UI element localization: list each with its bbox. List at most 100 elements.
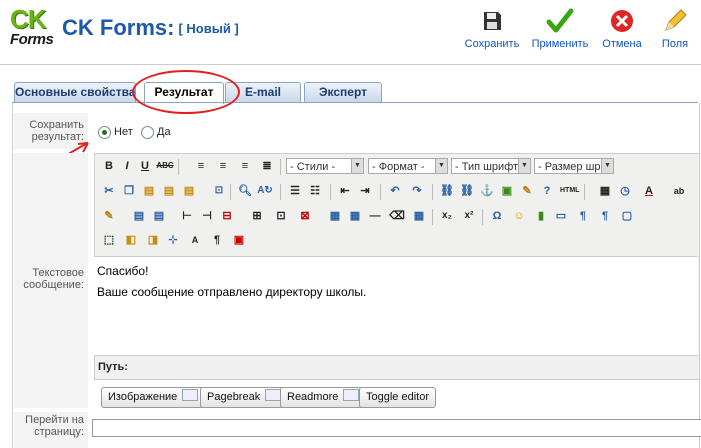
format-dropdown[interactable]: - Формат - ▼	[368, 158, 448, 174]
font-size-dropdown[interactable]: - Размер шриф ▼	[534, 158, 614, 174]
select-all-icon[interactable]: ⊡	[210, 182, 228, 200]
move-forward-icon[interactable]: ◧	[122, 231, 140, 249]
text-color-icon[interactable]: A	[640, 182, 658, 200]
tab-expert[interactable]: Эксперт	[304, 82, 382, 102]
ltr-icon[interactable]: ¶	[574, 207, 592, 225]
edit-css-icon[interactable]: ✎	[100, 207, 118, 225]
apply-button[interactable]: Применить	[528, 6, 592, 56]
special-char-icon[interactable]: Ω	[488, 207, 506, 225]
copy-icon[interactable]: ❐	[120, 182, 138, 200]
readmore-button[interactable]: Readmore	[280, 387, 367, 408]
table-row-after-icon[interactable]: ▤	[150, 207, 168, 225]
editor-content-area[interactable]	[94, 256, 698, 356]
indent-icon[interactable]: ⇥	[356, 182, 374, 200]
bold-button[interactable]: B	[100, 157, 118, 175]
save-button[interactable]: Сохранить	[460, 6, 524, 56]
fields-button-label: Поля	[661, 38, 689, 50]
chevron-down-icon: ▼	[435, 159, 447, 173]
remove-format-icon[interactable]: ⌫	[388, 207, 406, 225]
table-row-before-icon[interactable]: ▤	[130, 207, 148, 225]
tab-basic-properties[interactable]: Основные свойства	[14, 82, 136, 102]
image-icon[interactable]: ▣	[498, 182, 516, 200]
goto-page-input[interactable]	[92, 419, 701, 437]
page-title-text: CK Forms:	[62, 15, 175, 40]
format-dropdown-value: - Формат -	[372, 161, 425, 173]
styles-dropdown[interactable]: - Стили - ▼	[286, 158, 364, 174]
readmore-icon	[343, 389, 360, 401]
paste-icon[interactable]: ▤	[140, 182, 158, 200]
nonbreaking-icon[interactable]: ▣	[230, 231, 248, 249]
align-right-icon[interactable]: ≡	[236, 157, 254, 175]
fields-button[interactable]: Поля	[650, 6, 700, 56]
insert-layer-icon[interactable]: ⬚	[100, 231, 118, 249]
insert-col-after-icon[interactable]: ⊣	[198, 207, 216, 225]
font-family-dropdown[interactable]: - Тип шрифта - ▼	[451, 158, 531, 174]
redo-icon[interactable]: ↷	[408, 182, 426, 200]
merge-cells-icon[interactable]: ⊡	[272, 207, 290, 225]
unlink-icon[interactable]: ⛓	[458, 182, 476, 200]
underline-button[interactable]: U	[136, 157, 154, 175]
insert-image-button-label: Изображение	[108, 391, 178, 403]
visual-aid-icon[interactable]: ▦	[410, 207, 428, 225]
anchor-icon[interactable]: ⚓	[478, 182, 496, 200]
readmore-button-label: Readmore	[287, 391, 339, 403]
find-icon[interactable]: 🔍︎	[236, 182, 254, 200]
align-justify-icon[interactable]: ≣	[258, 157, 276, 175]
cancel-button[interactable]: Отмена	[590, 6, 654, 56]
save-button-label: Сохранить	[464, 38, 520, 50]
insert-time-icon[interactable]: ◷	[616, 182, 634, 200]
split-cells-icon[interactable]: ⊞	[248, 207, 266, 225]
align-center-icon[interactable]: ≡	[214, 157, 232, 175]
table-props-icon[interactable]: ▦	[346, 207, 364, 225]
cut-icon[interactable]: ✂	[100, 182, 118, 200]
italic-button[interactable]: I	[118, 157, 136, 175]
insert-date-icon[interactable]: ▦	[596, 182, 614, 200]
save-result-label-line1: Сохранить	[29, 119, 84, 131]
link-icon[interactable]: ⛓	[438, 182, 456, 200]
html-source-icon[interactable]: HTML	[560, 182, 579, 200]
fields-pencil-icon	[665, 9, 687, 31]
toolbar-separator	[178, 159, 179, 175]
toggle-editor-button[interactable]: Toggle editor	[359, 387, 436, 408]
toolbar-separator	[330, 184, 331, 200]
move-backward-icon[interactable]: ◨	[144, 231, 162, 249]
background-color-icon[interactable]: ab	[670, 182, 688, 200]
pagebreak-button[interactable]: Pagebreak	[200, 387, 289, 408]
logo-forms-text: Forms	[10, 31, 54, 48]
emotions-icon[interactable]: ☺	[510, 207, 528, 225]
superscript-icon[interactable]: x²	[460, 207, 478, 225]
rtl-icon[interactable]: ¶	[596, 207, 614, 225]
style-props-icon[interactable]: A	[186, 231, 204, 249]
numbered-list-icon[interactable]: ☷	[306, 182, 324, 200]
paste-text-icon[interactable]: ▤	[160, 182, 178, 200]
delete-row-icon[interactable]: ⊟	[218, 207, 236, 225]
paste-word-icon[interactable]: ▤	[180, 182, 198, 200]
chevron-down-icon: ▼	[601, 159, 613, 173]
delete-col-icon[interactable]: ⊠	[296, 207, 314, 225]
align-left-icon[interactable]: ≡	[192, 157, 210, 175]
help-icon[interactable]: ?	[538, 182, 556, 200]
absolute-position-icon[interactable]: ⊹	[164, 231, 182, 249]
undo-icon[interactable]: ↶	[386, 182, 404, 200]
chevron-down-icon: ▼	[351, 159, 363, 173]
editor-path-bar: Путь:	[94, 356, 698, 378]
subscript-icon[interactable]: x₂	[438, 207, 456, 225]
show-blocks-icon[interactable]: ¶	[208, 231, 226, 249]
cleanup-icon[interactable]: ✎	[518, 182, 536, 200]
fullscreen-icon[interactable]: ▭	[552, 207, 570, 225]
insert-image-button[interactable]: Изображение	[101, 387, 206, 408]
insert-col-before-icon[interactable]: ⊢	[178, 207, 196, 225]
replace-icon[interactable]: A↻	[256, 182, 274, 200]
ckforms-logo: CK Forms	[8, 6, 56, 50]
editor-path-label: Путь:	[98, 361, 128, 373]
bullet-list-icon[interactable]: ☰	[286, 182, 304, 200]
insert-table-icon[interactable]: ▦	[326, 207, 344, 225]
radio-yes[interactable]	[141, 126, 154, 139]
preview-icon[interactable]: ▢	[618, 207, 636, 225]
media-icon[interactable]: ▮	[532, 207, 550, 225]
strikethrough-button[interactable]: ABC	[156, 157, 174, 175]
goto-page-label: Перейти на страницу:	[14, 412, 88, 448]
horizontal-rule-icon[interactable]: —	[366, 207, 384, 225]
outdent-icon[interactable]: ⇤	[336, 182, 354, 200]
goto-page-label-line2: страницу:	[34, 426, 84, 438]
